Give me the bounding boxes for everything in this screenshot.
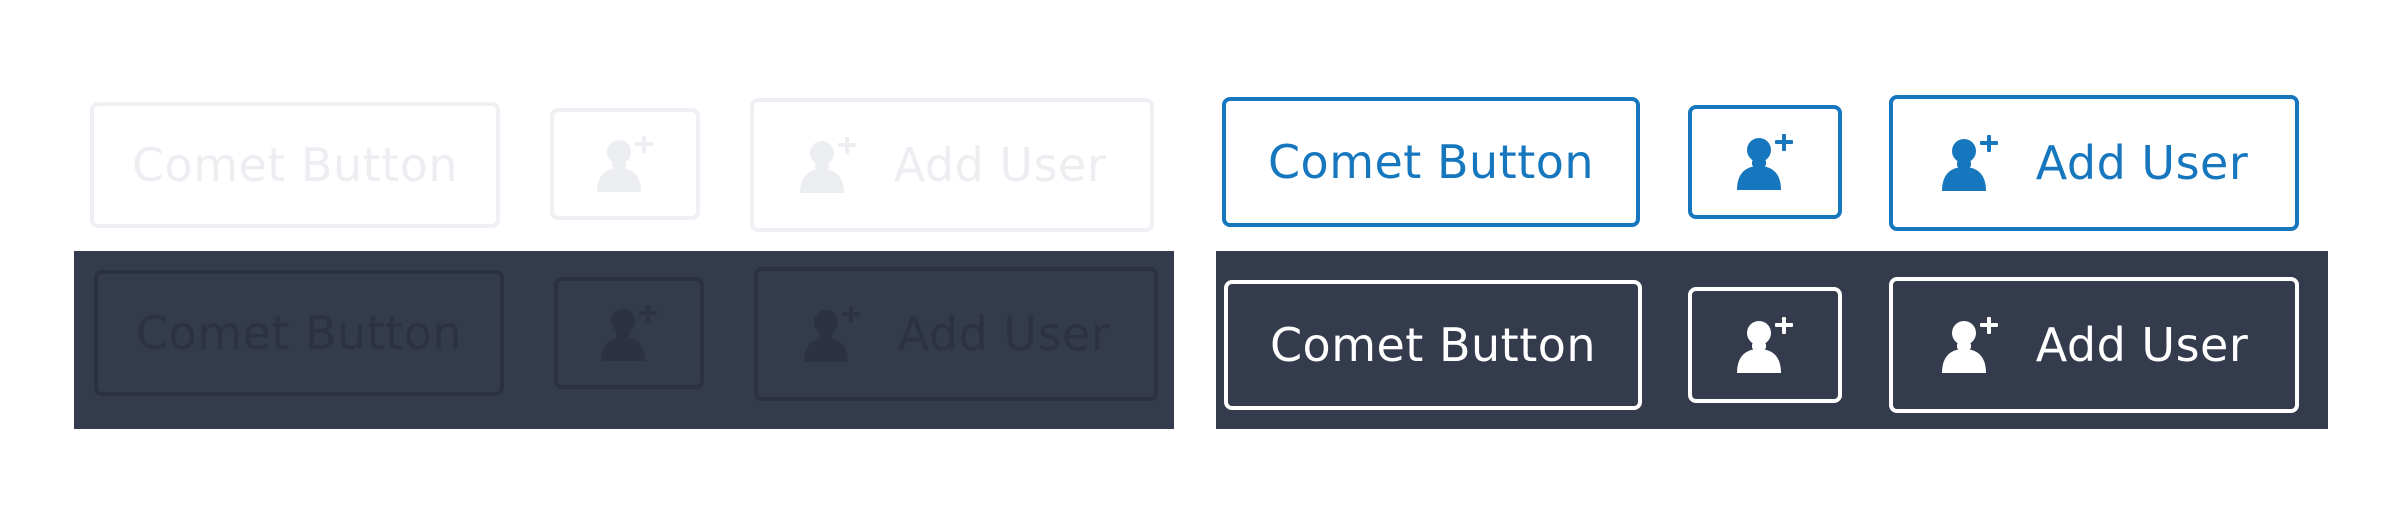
add-user-icon	[798, 137, 858, 193]
comet-button-label: Comet Button	[135, 306, 463, 360]
add-user-icon	[595, 136, 655, 192]
add-user-icon	[1735, 134, 1795, 190]
add-user-icon-button-disabled-dark[interactable]	[554, 277, 704, 389]
add-user-label: Add User	[897, 307, 1111, 361]
comet-button-active-dark[interactable]: Comet Button	[1224, 280, 1642, 410]
add-user-button-active-dark[interactable]: Add User	[1889, 277, 2299, 413]
add-user-icon	[802, 306, 862, 362]
add-user-icon	[1735, 317, 1795, 373]
add-user-icon-button-active-dark[interactable]	[1688, 287, 1842, 403]
comet-button-label: Comet Button	[1267, 135, 1595, 189]
comet-button-active-light[interactable]: Comet Button	[1222, 97, 1640, 227]
comet-button-disabled-dark[interactable]: Comet Button	[94, 270, 504, 396]
comet-button-disabled-light[interactable]: Comet Button	[90, 102, 500, 228]
comet-button-label: Comet Button	[131, 138, 459, 192]
add-user-label: Add User	[2035, 318, 2249, 372]
add-user-label: Add User	[2035, 136, 2249, 190]
add-user-icon	[599, 305, 659, 361]
add-user-icon-button-disabled-light[interactable]	[550, 108, 700, 220]
comet-button-label: Comet Button	[1269, 318, 1597, 372]
add-user-button-disabled-light[interactable]: Add User	[750, 98, 1154, 232]
add-user-button-disabled-dark[interactable]: Add User	[754, 267, 1158, 401]
add-user-icon-button-active-light[interactable]	[1688, 105, 1842, 219]
add-user-button-active-light[interactable]: Add User	[1889, 95, 2299, 231]
add-user-icon	[1940, 317, 2000, 373]
add-user-icon	[1940, 135, 2000, 191]
add-user-label: Add User	[893, 138, 1107, 192]
button-showcase: Comet Button Add User Comet Button Add U…	[0, 0, 2400, 522]
